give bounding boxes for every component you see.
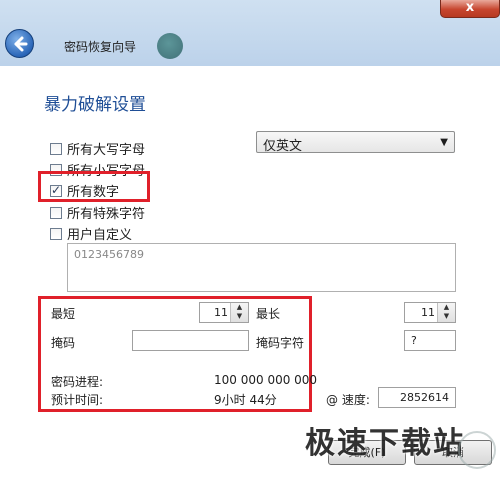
checkbox[interactable] bbox=[50, 142, 62, 155]
up-icon[interactable]: ▲ bbox=[231, 303, 248, 312]
min-length-label: 最短 bbox=[51, 307, 76, 321]
speed-field: 2852614 bbox=[378, 387, 456, 408]
option-label: 所有大写字母 bbox=[67, 143, 146, 158]
max-length-value: 11 bbox=[421, 306, 435, 319]
mask-input[interactable] bbox=[132, 330, 249, 351]
section-title: 暴力破解设置 bbox=[44, 95, 146, 115]
select-value: 仅英文 bbox=[263, 139, 303, 154]
checkbox[interactable] bbox=[50, 206, 62, 219]
mask-char-label: 掩码字符 bbox=[256, 336, 305, 350]
progress-label: 密码进程: bbox=[51, 375, 104, 389]
up-icon[interactable]: ▲ bbox=[438, 303, 455, 312]
option-special[interactable]: 所有特殊字符 bbox=[50, 203, 145, 222]
max-length-spinner[interactable]: 11 ▲ ▼ bbox=[404, 302, 456, 323]
eta-value: 9小时 44分 bbox=[214, 393, 277, 407]
back-arrow-icon bbox=[14, 36, 28, 52]
spinner-buttons[interactable]: ▲ ▼ bbox=[230, 303, 248, 322]
max-length-label: 最长 bbox=[256, 307, 281, 321]
speed-label: @ 速度: bbox=[326, 393, 370, 407]
min-length-value: 11 bbox=[214, 306, 228, 319]
progress-value: 100 000 000 000 bbox=[214, 373, 318, 387]
down-icon[interactable]: ▼ bbox=[231, 312, 248, 321]
spinner-buttons[interactable]: ▲ ▼ bbox=[437, 303, 455, 322]
highlight-box-digits bbox=[38, 171, 150, 202]
down-icon[interactable]: ▼ bbox=[438, 312, 455, 321]
wizard-title: 密码恢复向导 bbox=[64, 40, 137, 54]
mask-label: 掩码 bbox=[51, 336, 76, 350]
chevron-down-icon: ▼ bbox=[440, 137, 448, 148]
watermark-text: 极速下载站 bbox=[305, 426, 465, 461]
custom-chars-value: 0123456789 bbox=[74, 248, 144, 261]
custom-chars-input[interactable]: 0123456789 bbox=[67, 243, 456, 292]
back-button[interactable] bbox=[5, 29, 34, 58]
language-select[interactable]: 仅英文 ▼ bbox=[256, 131, 455, 154]
mask-char-value: ? bbox=[411, 334, 417, 347]
speed-value: 2852614 bbox=[400, 391, 449, 404]
option-label: 用户自定义 bbox=[67, 228, 133, 243]
checkbox[interactable] bbox=[50, 227, 62, 240]
close-button[interactable]: x bbox=[440, 0, 500, 18]
title-bar: x 密码恢复向导 bbox=[0, 0, 500, 66]
mask-char-input[interactable]: ? bbox=[404, 330, 456, 351]
watermark-logo-icon bbox=[458, 431, 496, 469]
option-uppercase[interactable]: 所有大写字母 bbox=[50, 139, 145, 158]
decorative-orb-icon bbox=[157, 33, 183, 59]
option-label: 所有特殊字符 bbox=[67, 207, 146, 222]
eta-label: 预计时间: bbox=[51, 393, 104, 407]
min-length-spinner[interactable]: 11 ▲ ▼ bbox=[199, 302, 249, 323]
option-custom[interactable]: 用户自定义 bbox=[50, 224, 132, 243]
